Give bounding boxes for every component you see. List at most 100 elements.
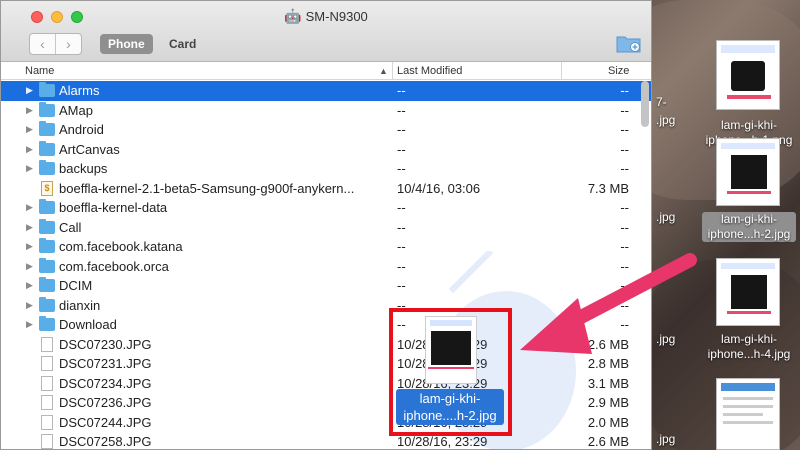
folder-icon xyxy=(39,199,55,214)
file-name: DSC07231.JPG xyxy=(59,356,152,371)
desktop-partial-label: .jpg xyxy=(656,113,676,127)
disclosure-triangle-icon[interactable]: ▶ xyxy=(26,257,33,277)
column-header-name[interactable]: Name xyxy=(25,65,54,77)
desktop-icon-label-2[interactable]: lam-gi-khi-iphone...h-2.jpg xyxy=(702,212,796,242)
folder-icon xyxy=(39,257,55,273)
desktop-partial-label: .jpg xyxy=(656,210,676,224)
file-row[interactable]: $ boeffla-kernel-2.1-beta5-Samsung-g900f-… xyxy=(1,179,651,199)
file-name: boeffla-kernel-data xyxy=(59,200,168,215)
disclosure-triangle-icon[interactable]: ▶ xyxy=(26,81,33,101)
file-size: 2.9 MB xyxy=(587,395,629,410)
folder-icon xyxy=(39,296,55,312)
disclosure-triangle-icon[interactable]: ▶ xyxy=(26,198,33,218)
file-name: Android xyxy=(59,122,104,137)
file-modified: -- xyxy=(397,219,406,235)
file-size: 2.0 MB xyxy=(587,414,629,430)
file-size: -- xyxy=(620,102,629,118)
disclosure-triangle-icon[interactable]: ▶ xyxy=(26,237,33,257)
file-icon xyxy=(41,356,53,371)
file-icon xyxy=(41,395,53,410)
folder-icon xyxy=(39,140,55,156)
file-name: boeffla-kernel-2.1-beta5-Samsung-g900f-a… xyxy=(59,180,355,196)
file-modified: -- xyxy=(397,239,406,254)
file-name: ArtCanvas xyxy=(59,141,120,157)
disclosure-triangle-icon[interactable]: ▶ xyxy=(26,159,33,179)
folder-icon xyxy=(39,101,55,117)
file-name: Alarms xyxy=(59,83,100,98)
folder-icon xyxy=(39,277,55,292)
file-modified: -- xyxy=(397,122,406,137)
window-titlebar: 🤖 SM-N9300 ‹ › Phone Card xyxy=(1,1,651,62)
file-name: DSC07234.JPG xyxy=(59,375,152,391)
folder-icon xyxy=(39,218,55,234)
file-icon xyxy=(41,375,53,391)
file-row[interactable]: DSC07258.JPG 10/28/16, 23:29 2.6 MB xyxy=(1,432,651,449)
file-modified: 10/4/16, 03:06 xyxy=(397,180,481,196)
disclosure-triangle-icon[interactable]: ▶ xyxy=(26,296,33,316)
folder-icon xyxy=(39,82,55,97)
vertical-scrollbar[interactable] xyxy=(641,81,649,127)
file-size: -- xyxy=(620,200,629,215)
file-row[interactable]: ▶ Android -- -- xyxy=(1,120,651,140)
file-name: DSC07258.JPG xyxy=(59,434,152,449)
file-row[interactable]: ▶ Alarms -- -- xyxy=(1,81,651,101)
file-row[interactable]: ▶ boeffla-kernel-data -- -- xyxy=(1,198,651,218)
desktop-icon-image-2[interactable] xyxy=(716,138,780,206)
file-size: -- xyxy=(620,141,629,157)
navigation-buttons: ‹ › xyxy=(29,33,82,55)
file-size: -- xyxy=(620,122,629,137)
folder-icon xyxy=(39,316,55,331)
file-name: DCIM xyxy=(59,278,93,293)
column-header-size[interactable]: Size xyxy=(608,65,629,77)
tab-card[interactable]: Card xyxy=(161,34,204,54)
file-size: 7.3 MB xyxy=(587,180,629,196)
file-transfer-window: 🤖 SM-N9300 ‹ › Phone Card Name ▲ Last Mod… xyxy=(0,0,652,450)
file-row[interactable]: ▶ backups -- -- xyxy=(1,159,651,179)
folder-icon xyxy=(39,121,55,136)
sort-ascending-icon[interactable]: ▲ xyxy=(379,66,388,76)
file-name: dianxin xyxy=(59,297,101,313)
file-name: Call xyxy=(59,219,82,235)
file-modified: -- xyxy=(397,258,406,274)
folder-icon xyxy=(39,160,55,175)
file-name: DSC07230.JPG xyxy=(59,336,152,352)
disclosure-triangle-icon[interactable]: ▶ xyxy=(26,315,33,335)
file-row[interactable]: DSC07236.JPG10/28/16, 23:292.9 MB xyxy=(1,393,651,413)
back-button[interactable]: ‹ xyxy=(30,34,55,54)
dragged-file-thumbnail[interactable] xyxy=(425,316,477,384)
pointing-arrow-icon xyxy=(520,253,697,354)
file-row[interactable]: DSC07244.JPG10/28/16, 23:292.0 MB xyxy=(1,413,651,433)
file-name: com.facebook.katana xyxy=(59,239,183,254)
disclosure-triangle-icon[interactable]: ▶ xyxy=(26,218,33,238)
window-title: 🤖 SM-N9300 xyxy=(284,8,368,24)
file-modified: -- xyxy=(397,161,406,176)
new-folder-icon[interactable] xyxy=(616,33,642,53)
disclosure-triangle-icon[interactable]: ▶ xyxy=(26,120,33,140)
file-modified: -- xyxy=(397,200,406,215)
desktop-icon-label-3[interactable]: lam-gi-khi-iphone...h-4.jpg xyxy=(700,332,798,362)
file-name: backups xyxy=(59,161,108,176)
folder-icon xyxy=(39,238,55,253)
desktop-icon-image-3[interactable] xyxy=(716,258,780,326)
file-size: 2.6 MB xyxy=(587,434,629,449)
file-size: -- xyxy=(620,83,629,98)
file-row[interactable]: ▶ ArtCanvas -- -- xyxy=(1,140,651,160)
disclosure-triangle-icon[interactable]: ▶ xyxy=(26,276,33,296)
disclosure-triangle-icon[interactable]: ▶ xyxy=(26,140,33,160)
file-size: -- xyxy=(620,161,629,176)
file-modified: -- xyxy=(397,141,406,157)
file-name: com.facebook.orca xyxy=(59,258,169,274)
column-header-modified[interactable]: Last Modified xyxy=(397,65,462,77)
desktop-partial-label: .jpg xyxy=(656,432,676,446)
desktop-icon-image-4[interactable] xyxy=(716,378,780,450)
chevron-right-icon: › xyxy=(66,36,71,52)
disclosure-triangle-icon[interactable]: ▶ xyxy=(26,101,33,121)
file-row[interactable]: ▶ AMap -- -- xyxy=(1,101,651,121)
desktop-icon-image-1[interactable] xyxy=(716,40,780,110)
file-modified: -- xyxy=(397,102,406,118)
file-name: DSC07236.JPG xyxy=(59,395,152,410)
file-row[interactable]: ▶ Call -- -- xyxy=(1,218,651,238)
tab-phone[interactable]: Phone xyxy=(100,34,153,54)
forward-button[interactable]: › xyxy=(55,34,81,54)
file-size: -- xyxy=(620,219,629,235)
